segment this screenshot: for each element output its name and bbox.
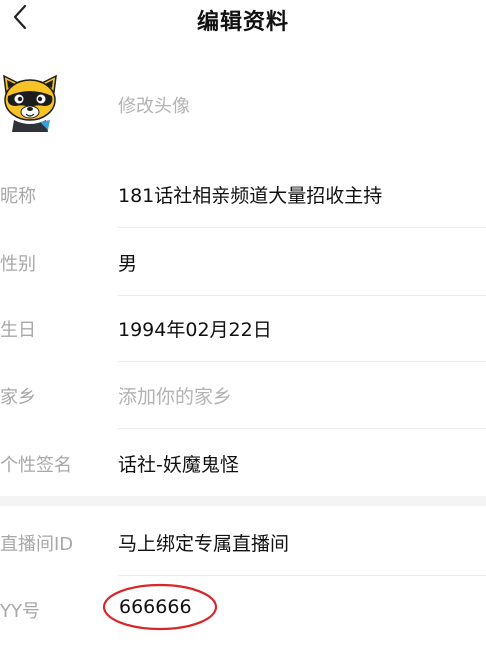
gender-row[interactable]: 性别 男 [0, 228, 486, 296]
nickname-label: 昵称 [0, 186, 36, 207]
yy-number-value: 666666 [119, 596, 192, 618]
page-title: 编辑资料 [196, 10, 289, 35]
hometown-label: 家乡 [0, 387, 36, 408]
hometown-value: 添加你的家乡 [118, 386, 233, 408]
yy-number-row: YY号 666666 [0, 575, 486, 643]
change-avatar-label: 修改头像 [118, 96, 190, 117]
birthday-value: 1994年02月22日 [118, 319, 272, 341]
avatar[interactable] [0, 70, 60, 132]
avatar-row[interactable]: 修改头像 [0, 58, 486, 150]
birthday-label: 生日 [0, 320, 36, 341]
nickname-row[interactable]: 昵称 181话社相亲频道大量招收主持 [0, 160, 486, 228]
birthday-row[interactable]: 生日 1994年02月22日 [0, 294, 486, 362]
signature-row[interactable]: 个性签名 话社-妖魔鬼怪 [0, 429, 486, 497]
signature-value: 话社-妖魔鬼怪 [118, 454, 239, 476]
section-gap [0, 496, 486, 506]
gender-label: 性别 [0, 254, 36, 275]
nickname-value: 181话社相亲频道大量招收主持 [118, 185, 383, 207]
yy-number-label: YY号 [0, 601, 40, 622]
live-room-id-row[interactable]: 直播间ID 马上绑定专属直播间 [0, 508, 486, 576]
raccoon-avatar-icon [3, 74, 57, 132]
live-room-id-label: 直播间ID [0, 534, 74, 555]
header: 编辑资料 [0, 0, 486, 40]
signature-label: 个性签名 [0, 455, 72, 476]
hometown-row[interactable]: 家乡 添加你的家乡 [0, 361, 486, 429]
live-room-id-value: 马上绑定专属直播间 [118, 533, 290, 555]
edit-profile-page: 编辑资料 修改头像 昵称 181话社相亲频道大量招收主持 性别 男 生日 199… [0, 0, 486, 648]
gender-value: 男 [118, 253, 138, 275]
